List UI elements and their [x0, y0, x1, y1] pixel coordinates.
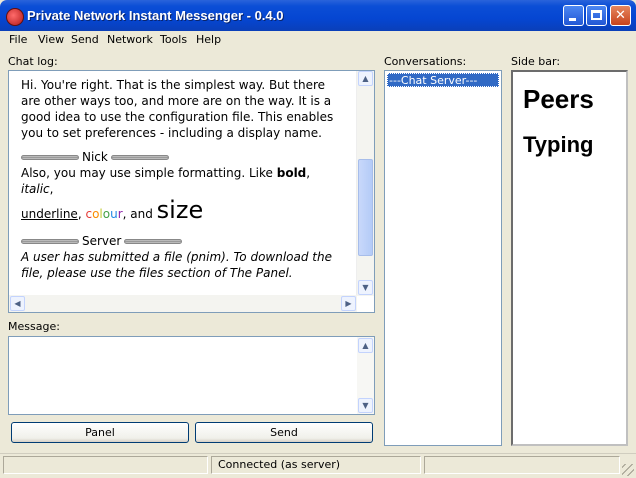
maximize-button[interactable] [586, 5, 607, 26]
menu-file[interactable]: File [9, 33, 27, 46]
formatting-message-2: underline, colour, and size [21, 197, 346, 227]
close-button[interactable]: ✕ [610, 5, 631, 26]
menu-send[interactable]: Send [71, 33, 99, 46]
bold-text: bold [276, 166, 307, 180]
server-name: Server [82, 234, 122, 248]
window-title: Private Network Instant Messenger - 0.4.… [27, 8, 284, 23]
peers-heading: Peers [523, 84, 594, 114]
status-bar: Connected (as server) [0, 453, 636, 478]
conversations-label: Conversations: [384, 55, 467, 68]
typing-heading: Typing [523, 132, 594, 157]
status-cell-right [424, 456, 620, 474]
server-separator: Server [21, 233, 346, 249]
maximize-icon [591, 10, 602, 20]
chat-content: Hi. You're right. That is the simplest w… [21, 77, 346, 281]
scroll-right-button[interactable]: ▶ [341, 296, 356, 311]
send-button[interactable]: Send [195, 422, 373, 443]
menu-bar: File View Send Network Tools Help [0, 31, 636, 49]
title-bar[interactable]: Private Network Instant Messenger - 0.4.… [0, 0, 636, 31]
message-vertical-scrollbar[interactable]: ▲ ▼ [357, 337, 374, 414]
resize-grip-icon[interactable] [622, 464, 634, 476]
size-text: size [156, 196, 204, 224]
close-icon: ✕ [615, 8, 626, 23]
chat-intro-text: Hi. You're right. That is the simplest w… [21, 78, 334, 140]
separator-bar [21, 238, 79, 244]
minimize-button[interactable] [563, 5, 584, 26]
nick-separator: Nick [21, 149, 346, 165]
chat-vertical-scrollbar[interactable]: ▲ ▼ [356, 71, 374, 296]
status-cell-left [3, 456, 208, 474]
colour-letter: u [110, 207, 118, 221]
message-label: Message: [8, 320, 60, 333]
formatting-message: Also, you may use simple formatting. Lik… [21, 165, 346, 197]
menu-network[interactable]: Network [107, 33, 153, 46]
conversations-list[interactable]: ---Chat Server--- [384, 70, 502, 446]
separator-bar [21, 154, 79, 160]
side-bar: Peers Typing [511, 70, 628, 446]
scroll-up-button[interactable]: ▲ [358, 71, 373, 86]
scroll-thumb[interactable] [358, 159, 373, 256]
punctuation: , [49, 182, 54, 196]
separator-bar [124, 238, 183, 244]
chat-log-label: Chat log: [8, 55, 58, 68]
conversation-item[interactable]: ---Chat Server--- [387, 73, 499, 87]
scroll-down-button[interactable]: ▼ [358, 398, 373, 413]
formatting-text: Also, you may use simple formatting. Lik… [21, 166, 277, 180]
menu-tools[interactable]: Tools [160, 33, 187, 46]
app-icon [6, 8, 24, 26]
colour-letter: o [102, 207, 111, 221]
side-bar-label: Side bar: [511, 55, 561, 68]
scroll-left-button[interactable]: ◀ [10, 296, 25, 311]
minimize-icon [569, 18, 576, 21]
message-input[interactable]: ▲ ▼ [8, 336, 375, 415]
chat-log[interactable]: Hi. You're right. That is the simplest w… [8, 70, 375, 313]
nick-name: Nick [82, 150, 108, 164]
separator-bar [110, 154, 169, 160]
italic-text: italic [21, 182, 50, 196]
status-text: Connected (as server) [211, 456, 421, 474]
chat-horizontal-scrollbar[interactable]: ◀ ▶ [9, 295, 357, 312]
panel-button[interactable]: Panel [11, 422, 189, 443]
scroll-down-button[interactable]: ▼ [358, 280, 373, 295]
scroll-up-button[interactable]: ▲ [358, 338, 373, 353]
underline-text: underline [21, 207, 78, 221]
menu-help[interactable]: Help [196, 33, 221, 46]
and-text: , and [122, 207, 157, 221]
punctuation: , [306, 166, 311, 180]
server-message: A user has submitted a file (pnim). To d… [21, 250, 332, 280]
colour-text: colour [85, 207, 122, 221]
menu-view[interactable]: View [38, 33, 64, 46]
